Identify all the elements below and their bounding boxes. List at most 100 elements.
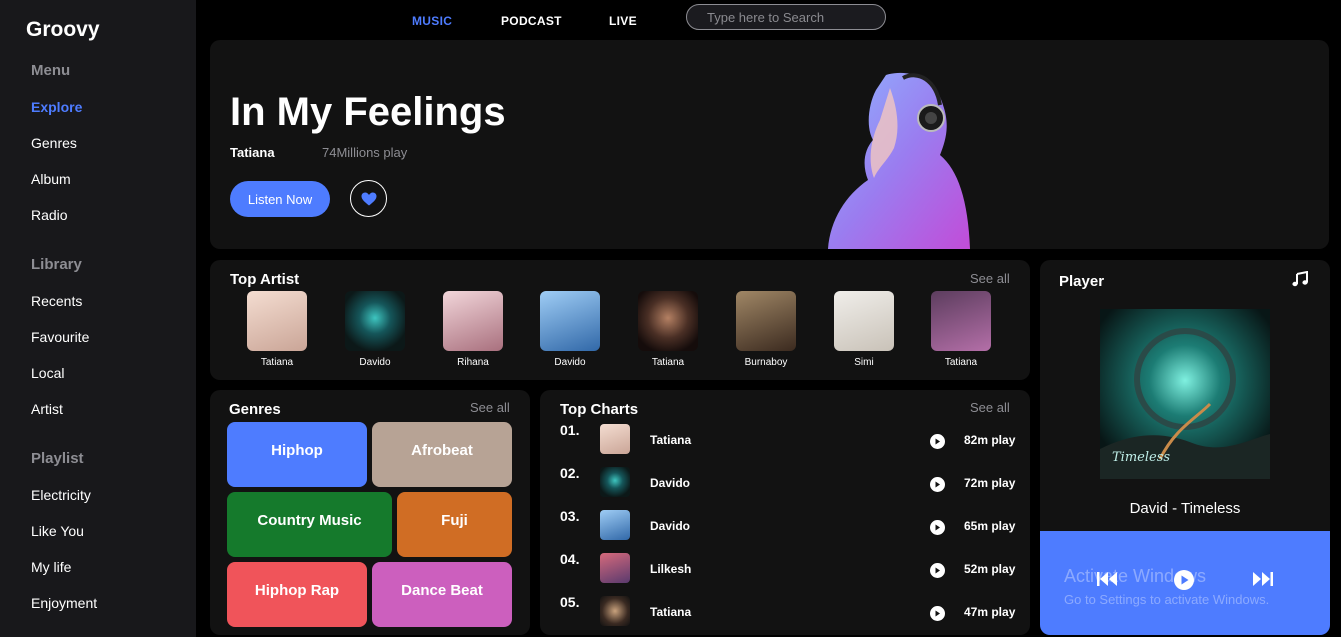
chart-row[interactable]: 01. Tatiana 82m play [540, 422, 1030, 464]
tab-music[interactable]: MUSIC [412, 14, 452, 28]
sidebar-item-electricity[interactable]: Electricity [31, 487, 91, 503]
play-icon[interactable] [930, 434, 945, 449]
genres-see-all-link[interactable]: See all [470, 400, 510, 415]
playlist-heading: Playlist [31, 450, 84, 467]
genre-label: Afrobeat [411, 442, 473, 459]
artist-card[interactable]: Rihana [433, 291, 513, 368]
genre-tile-fuji[interactable]: Fuji [397, 492, 512, 557]
top-charts-title: Top Charts [560, 401, 639, 418]
chart-rank: 04. [560, 551, 580, 567]
top-artist-title: Top Artist [230, 271, 300, 288]
album-cover: Timeless [1100, 309, 1270, 479]
artist-cover [247, 291, 307, 351]
artist-name: Davido [359, 357, 391, 368]
genre-tile-dance-beat[interactable]: Dance Beat [372, 562, 512, 627]
chart-rank: 03. [560, 508, 580, 524]
artist-card[interactable]: Davido [530, 291, 610, 368]
artist-cover [345, 291, 405, 351]
chart-rank: 05. [560, 594, 580, 610]
artist-card[interactable]: Davido [335, 291, 415, 368]
chart-row[interactable]: 04. Lilkesh 52m play [540, 551, 1030, 593]
genres-title: Genres [229, 401, 281, 418]
sidebar-item-recents[interactable]: Recents [31, 293, 82, 309]
artist-name: Burnaboy [744, 357, 788, 368]
chart-thumbnail [600, 424, 630, 454]
artist-cover [834, 291, 894, 351]
listen-now-button[interactable]: Listen Now [230, 181, 330, 217]
top-artist-panel: Top Artist See all Tatiana Davido Rihana… [210, 260, 1030, 380]
tab-live[interactable]: LIVE [609, 14, 637, 28]
play-pause-icon[interactable] [1173, 569, 1195, 591]
sidebar-item-like-you[interactable]: Like You [31, 523, 84, 539]
chart-thumbnail [600, 596, 630, 626]
artist-card[interactable]: Burnaboy [726, 291, 806, 368]
artist-name: Tatiana [944, 357, 978, 368]
genre-tile-hiphop-rap[interactable]: Hiphop Rap [227, 562, 367, 627]
chart-row[interactable]: 02. Davido 72m play [540, 465, 1030, 507]
chart-thumbnail [600, 467, 630, 497]
play-icon[interactable] [930, 477, 945, 492]
artist-card[interactable]: Tatiana [921, 291, 1001, 368]
artist-name: Tatiana [651, 357, 685, 368]
sidebar-item-artist[interactable]: Artist [31, 401, 63, 417]
artist-card[interactable]: Simi [824, 291, 904, 368]
tab-podcast[interactable]: PODCAST [501, 14, 562, 28]
sidebar-item-my-life[interactable]: My life [31, 559, 71, 575]
chart-row[interactable]: 03. Davido 65m play [540, 508, 1030, 550]
genre-tile-country-music[interactable]: Country Music [227, 492, 392, 557]
next-track-icon[interactable] [1251, 571, 1273, 587]
sidebar-item-genres[interactable]: Genres [31, 135, 77, 151]
hero-banner: In My Feelings Tatiana 74Millions play L… [210, 40, 1329, 249]
sidebar-item-favourite[interactable]: Favourite [31, 329, 89, 345]
chart-artist: Davido [650, 476, 691, 490]
chart-artist: Tatiana [650, 605, 692, 619]
chart-artist: Davido [650, 519, 691, 533]
previous-track-icon[interactable] [1097, 571, 1119, 587]
chart-rank: 02. [560, 465, 580, 481]
chart-row[interactable]: 05. Tatiana 47m play [540, 594, 1030, 636]
chart-play-count: 72m play [964, 476, 1016, 490]
app-logo[interactable]: Groovy [26, 18, 100, 42]
top-charts-panel: Top Charts See all 01. Tatiana 82m play … [540, 390, 1030, 635]
top-artist-see-all-link[interactable]: See all [970, 271, 1010, 286]
play-icon[interactable] [930, 520, 945, 535]
sidebar-item-explore[interactable]: Explore [31, 99, 82, 115]
artist-card[interactable]: Tatiana [628, 291, 708, 368]
chart-play-count: 65m play [964, 519, 1016, 533]
sidebar-item-enjoyment[interactable]: Enjoyment [31, 595, 97, 611]
activate-windows-watermark-text: Go to Settings to activate Windows. [1064, 592, 1270, 607]
chart-thumbnail [600, 510, 630, 540]
artist-cover [638, 291, 698, 351]
play-icon[interactable] [930, 606, 945, 621]
search-input[interactable] [686, 4, 886, 30]
genre-tile-hiphop[interactable]: Hiphop [227, 422, 367, 487]
music-note-icon[interactable] [1292, 271, 1308, 287]
play-icon[interactable] [930, 563, 945, 578]
chart-artist: Tatiana [650, 433, 692, 447]
genre-tile-afrobeat[interactable]: Afrobeat [372, 422, 512, 487]
hero-artist: Tatiana [230, 145, 275, 160]
chart-play-count: 52m play [964, 562, 1016, 576]
hero-title: In My Feelings [230, 90, 506, 134]
chart-play-count: 47m play [964, 605, 1016, 619]
sidebar: Groovy Menu Explore Genres Album Radio L… [0, 0, 196, 637]
now-playing-track: David - Timeless [1129, 500, 1241, 517]
genre-label: Dance Beat [401, 582, 483, 599]
heart-icon [361, 192, 376, 205]
artist-name: Davido [554, 357, 586, 368]
sidebar-item-album[interactable]: Album [31, 171, 71, 187]
artist-name: Rihana [457, 357, 489, 368]
top-charts-see-all-link[interactable]: See all [970, 400, 1010, 415]
chart-artist: Lilkesh [650, 562, 692, 576]
artist-name: Simi [854, 357, 874, 368]
artist-cover [443, 291, 503, 351]
genre-label: Country Music [257, 512, 362, 529]
sidebar-item-radio[interactable]: Radio [31, 207, 68, 223]
sidebar-item-local[interactable]: Local [31, 365, 64, 381]
genre-label: Hiphop [271, 442, 323, 459]
player-controls: Activate Windows Go to Settings to activ… [1040, 531, 1330, 635]
chart-thumbnail [600, 553, 630, 583]
artist-card[interactable]: Tatiana [237, 291, 317, 368]
artist-name: Tatiana [260, 357, 294, 368]
favourite-button[interactable] [350, 180, 387, 217]
